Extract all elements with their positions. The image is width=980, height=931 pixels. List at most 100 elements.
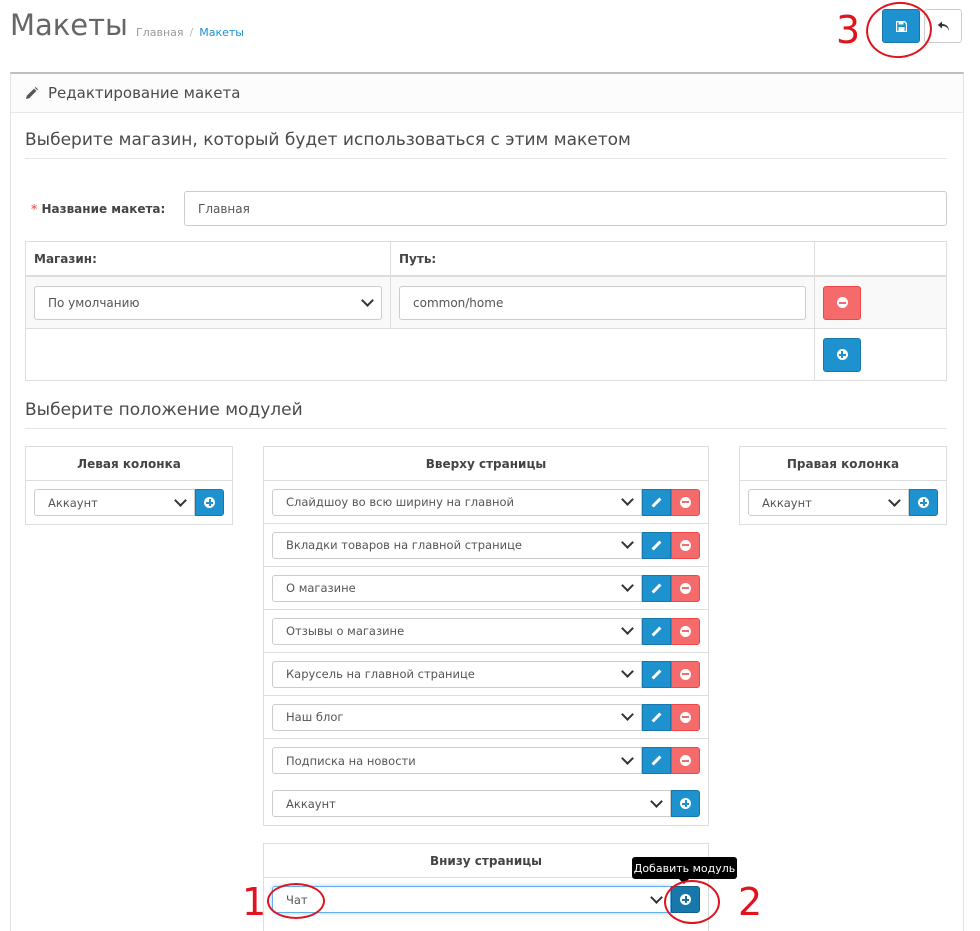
breadcrumb: Главная / Макеты — [136, 26, 244, 39]
plus-circle-icon — [204, 497, 215, 508]
column-header-route: Путь: — [391, 242, 815, 275]
edit-module-button[interactable] — [642, 488, 671, 516]
chevron-down-icon — [174, 493, 187, 507]
list-item: Наш блог — [264, 696, 708, 739]
panel-title: Редактирование макета — [48, 84, 241, 102]
list-item: Подписка на новости — [264, 739, 708, 782]
module-select[interactable]: Подписка на новости — [272, 747, 642, 774]
module-select[interactable]: Отзывы о магазине — [272, 617, 642, 645]
chevron-down-icon — [621, 708, 634, 721]
breadcrumb-home-link[interactable]: Главная — [136, 26, 184, 39]
right-column-module-select[interactable]: Аккаунт — [748, 489, 909, 516]
column-header-store: Магазин: — [26, 242, 391, 275]
edit-module-button[interactable] — [642, 660, 671, 688]
panel-heading: Редактирование макета — [11, 74, 963, 113]
chevron-down-icon — [361, 293, 374, 307]
select-value: Подписка на новости — [286, 753, 416, 768]
chevron-down-icon — [621, 751, 634, 765]
edit-module-button[interactable] — [642, 531, 671, 559]
layout-name-input[interactable]: Главная — [184, 191, 947, 226]
annotation-number: 3 — [836, 8, 861, 52]
remove-module-button[interactable] — [671, 660, 700, 688]
pencil-icon — [651, 497, 662, 507]
list-item: Аккаунт — [26, 481, 232, 524]
minus-circle-icon — [680, 755, 691, 766]
chevron-down-icon — [621, 622, 634, 635]
left-column-title: Левая колонка — [26, 447, 232, 481]
chevron-down-icon — [621, 579, 634, 592]
chevron-down-icon — [650, 890, 663, 904]
plus-circle-icon — [680, 798, 691, 809]
breadcrumb-layouts-link[interactable]: Макеты — [199, 26, 244, 39]
pencil-icon — [651, 626, 662, 636]
edit-module-button[interactable] — [642, 703, 671, 731]
pencil-icon — [651, 755, 662, 766]
module-select[interactable]: Вкладки товаров на главной странице — [272, 531, 642, 559]
select-value: Аккаунт — [48, 495, 98, 510]
minus-circle-icon — [680, 668, 691, 680]
minus-circle-icon — [836, 297, 848, 308]
select-value: Карусель на главной странице — [286, 667, 475, 681]
list-item: О магазине — [264, 567, 708, 610]
add-route-button[interactable] — [823, 337, 861, 372]
minus-circle-icon — [680, 582, 691, 594]
module-select[interactable]: О магазине — [272, 574, 642, 602]
table-header: Магазин: Путь: — [26, 242, 946, 277]
edit-module-button[interactable] — [642, 747, 671, 774]
required-mark: * — [31, 202, 38, 216]
right-column-title: Правая колонка — [740, 447, 946, 481]
store-section-legend: Выберите магазин, который будет использо… — [25, 130, 947, 159]
list-item: Слайдшоу во всю ширину на главной — [264, 481, 708, 524]
remove-route-button[interactable] — [823, 285, 861, 320]
column-header-action — [815, 242, 946, 275]
edit-module-button[interactable] — [642, 617, 671, 645]
store-select[interactable]: По умолчанию — [34, 285, 382, 320]
remove-module-button[interactable] — [671, 531, 700, 559]
annotation-number: 2 — [738, 880, 763, 924]
annotation-circle — [267, 883, 325, 919]
remove-module-button[interactable] — [671, 574, 700, 602]
module-select[interactable]: Наш блог — [272, 703, 642, 731]
page-title: Макеты — [10, 8, 128, 42]
table-row: По умолчанию common/home — [26, 277, 946, 329]
pencil-icon — [651, 712, 662, 722]
left-column-module-select[interactable]: Аккаунт — [34, 489, 195, 516]
store-select-value: По умолчанию — [48, 295, 140, 310]
remove-module-button[interactable] — [671, 617, 700, 645]
add-module-button[interactable] — [909, 489, 938, 516]
select-value: О магазине — [286, 581, 356, 595]
pencil-icon — [651, 583, 662, 593]
list-item: Отзывы о магазине — [264, 610, 708, 653]
plus-circle-icon — [836, 349, 848, 360]
select-value: Аккаунт — [286, 796, 336, 811]
minus-circle-icon — [680, 539, 691, 551]
content-top-title: Вверху страницы — [264, 447, 708, 481]
list-item: Аккаунт — [264, 782, 708, 825]
add-module-button[interactable] — [671, 790, 700, 817]
chevron-down-icon — [650, 794, 663, 808]
remove-module-button[interactable] — [671, 488, 700, 516]
list-item: Карусель на главной странице — [264, 653, 708, 696]
select-value: Аккаунт — [762, 495, 812, 510]
modules-section-legend: Выберите положение модулей — [25, 400, 947, 429]
remove-module-button[interactable] — [671, 703, 700, 731]
content-bottom-add-select[interactable]: Чат — [272, 886, 671, 913]
plus-circle-icon — [918, 497, 929, 508]
annotation-circle — [664, 880, 720, 924]
list-item: Чат — [264, 878, 708, 921]
add-module-button[interactable] — [195, 489, 224, 516]
edit-module-button[interactable] — [642, 574, 671, 602]
minus-circle-icon — [680, 496, 691, 508]
store-route-table: Магазин: Путь: По умолчанию common/home — [25, 241, 947, 381]
pencil-icon — [26, 86, 38, 99]
select-value: Слайдшоу во всю ширину на главной — [286, 495, 514, 509]
layout-name-label-text: Название макета: — [41, 202, 166, 216]
add-module-tooltip: Добавить модуль — [632, 857, 737, 884]
module-select[interactable]: Слайдшоу во всю ширину на главной — [272, 488, 642, 516]
content-top-box: Вверху страницы Слайдшоу во всю ширину н… — [263, 446, 709, 826]
module-select[interactable]: Карусель на главной странице — [272, 660, 642, 688]
remove-module-button[interactable] — [671, 747, 700, 774]
route-input[interactable]: common/home — [399, 285, 806, 320]
content-top-add-select[interactable]: Аккаунт — [272, 790, 671, 817]
pencil-icon — [651, 669, 662, 679]
